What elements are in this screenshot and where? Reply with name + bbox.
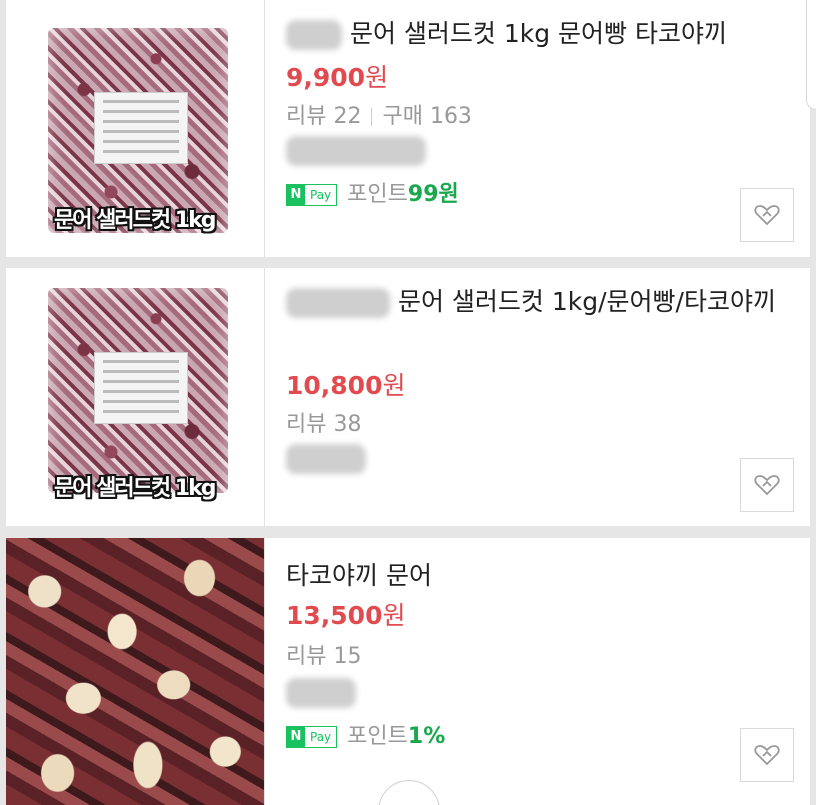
product-card[interactable]: 문어 샐러드컷 1kg 문어 샐러드컷 1kg/문어빵/타코야끼 10,800원…: [6, 268, 810, 526]
price-unit: 원: [382, 601, 406, 630]
product-meta: 리뷰 38: [286, 406, 361, 438]
product-meta: 리뷰 22 구매 163: [286, 98, 472, 130]
blurred-seller-name: [286, 20, 342, 50]
product-title-text[interactable]: 문어 샐러드컷 1kg/문어빵/타코야끼: [398, 287, 776, 316]
product-price: 9,900원: [286, 58, 388, 94]
meta-separator: [371, 108, 373, 126]
product-price: 13,500원: [286, 596, 406, 632]
product-image[interactable]: 문어 샐러드컷 1kg: [6, 268, 264, 526]
seller-info[interactable]: [286, 444, 366, 474]
product-title[interactable]: 문어 샐러드컷 1kg 문어빵 타코야끼: [286, 16, 727, 52]
heart-icon: [754, 205, 780, 226]
package-label: [94, 92, 188, 164]
npay-label: Pay: [310, 730, 332, 744]
points-label: 포인트: [347, 724, 408, 749]
product-title[interactable]: 문어 샐러드컷 1kg/문어빵/타코야끼: [286, 284, 786, 320]
npay-label: Pay: [310, 188, 332, 202]
divider: [264, 0, 265, 257]
wishlist-button[interactable]: [740, 188, 794, 242]
npay-badge: N Pay: [286, 184, 338, 206]
price-unit: 원: [365, 63, 389, 92]
image-caption: 문어 샐러드컷 1kg: [54, 476, 216, 501]
package-label: [94, 352, 188, 424]
product-title-text[interactable]: 문어 샐러드컷 1kg 문어빵 타코야끼: [350, 19, 727, 48]
product-image[interactable]: [6, 538, 264, 805]
npay-points: N Pay 포인트1%: [286, 718, 445, 750]
wishlist-button[interactable]: [740, 728, 794, 782]
price-value: 10,800: [286, 371, 383, 400]
product-meta: 리뷰 15: [286, 638, 361, 670]
blurred-seller-info: [286, 678, 356, 708]
wishlist-button[interactable]: [740, 458, 794, 512]
image-caption: 문어 샐러드컷 1kg: [54, 208, 216, 233]
price-value: 13,500: [286, 601, 383, 630]
npay-points: N Pay 포인트99원: [286, 176, 459, 208]
review-count[interactable]: 리뷰 15: [286, 644, 361, 669]
product-title[interactable]: 타코야끼 문어: [286, 558, 432, 594]
npay-n-icon: N: [287, 727, 305, 747]
side-panel-edge: [806, 0, 816, 110]
seller-info[interactable]: [286, 678, 356, 708]
points-label: 포인트: [347, 182, 408, 207]
price-unit: 원: [382, 371, 406, 400]
purchase-count: 구매 163: [382, 104, 472, 129]
octopus-pieces-image: [6, 538, 264, 805]
heart-icon: [754, 745, 780, 766]
points-value: 99원: [407, 182, 459, 207]
blurred-seller-name: [286, 288, 390, 318]
heart-icon: [754, 475, 780, 496]
npay-n-icon: N: [287, 185, 305, 205]
product-card[interactable]: 문어 샐러드컷 1kg 문어 샐러드컷 1kg 문어빵 타코야끼 9,900원 …: [6, 0, 810, 257]
octopus-bag-image: [48, 288, 228, 493]
review-count[interactable]: 리뷰 38: [286, 412, 361, 437]
blurred-seller-info: [286, 136, 426, 166]
price-value: 9,900: [286, 63, 366, 92]
blurred-seller-info: [286, 444, 366, 474]
product-price: 10,800원: [286, 366, 406, 402]
product-card[interactable]: 타코야끼 문어 13,500원 리뷰 15 N Pay 포인트1%: [6, 538, 810, 805]
divider: [264, 268, 265, 526]
product-image[interactable]: 문어 샐러드컷 1kg: [6, 0, 264, 257]
review-count[interactable]: 리뷰 22: [286, 104, 361, 129]
points-value: 1%: [407, 724, 446, 749]
divider: [264, 538, 265, 805]
npay-badge: N Pay: [286, 726, 338, 748]
seller-info[interactable]: [286, 136, 426, 166]
